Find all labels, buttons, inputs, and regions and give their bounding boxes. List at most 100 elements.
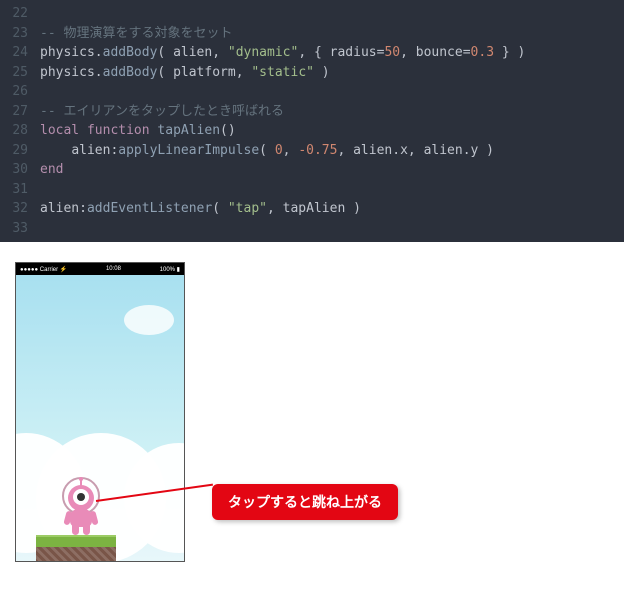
line-number: 29 <box>0 141 40 161</box>
token-func: tapAlien <box>157 123 220 138</box>
antenna-ball-icon <box>79 477 83 481</box>
token-punct: . <box>95 45 103 60</box>
token-keyword: local <box>40 123 79 138</box>
line-number: 31 <box>0 180 40 200</box>
alien-leg <box>83 525 90 535</box>
token-string: "tap" <box>228 201 267 216</box>
alien-sprite[interactable] <box>56 477 106 535</box>
token-ident: radius <box>330 45 377 60</box>
dirt-layer <box>36 547 116 562</box>
cloud-icon <box>124 305 174 335</box>
token-ident: alien <box>71 143 110 158</box>
token-orange: - <box>298 143 306 158</box>
token-punct: , { <box>298 45 329 60</box>
token-comment: -- エイリアンをタップしたとき呼ばれる <box>40 104 284 119</box>
pupil-icon <box>77 493 85 501</box>
token-punct: , <box>408 143 424 158</box>
code-line[interactable]: 32alien:addEventListener( "tap", tapAlie… <box>0 199 624 219</box>
line-number: 28 <box>0 121 40 141</box>
line-number: 25 <box>0 63 40 83</box>
status-bar: ●●●●● Carrier ⚡ 10:08 100% ▮ <box>16 263 184 275</box>
code-line[interactable]: 30end <box>0 160 624 180</box>
line-number: 22 <box>0 4 40 24</box>
token-punct: . <box>392 143 400 158</box>
token-punct: . <box>95 65 103 80</box>
token-punct <box>79 123 87 138</box>
code-line[interactable]: 23-- 物理演算をする対象をセット <box>0 24 624 44</box>
token-comment: -- 物理演算をする対象をセット <box>40 26 232 41</box>
line-number: 24 <box>0 43 40 63</box>
token-punct: , <box>337 143 353 158</box>
battery-label: 100% ▮ <box>160 266 180 273</box>
token-ident: tapAlien <box>283 201 346 216</box>
token-punct <box>40 143 71 158</box>
token-keyword: function <box>87 123 150 138</box>
code-line[interactable]: 25physics.addBody( platform, "static" ) <box>0 63 624 83</box>
token-punct: ( <box>157 45 173 60</box>
token-punct: , <box>400 45 416 60</box>
code-line[interactable]: 22 <box>0 4 624 24</box>
code-line[interactable]: 31 <box>0 180 624 200</box>
token-punct: ) <box>345 201 361 216</box>
token-ident: alien <box>424 143 463 158</box>
token-func: addBody <box>103 65 158 80</box>
token-punct: } ) <box>494 45 525 60</box>
token-ident: physics <box>40 45 95 60</box>
line-content[interactable]: physics.addBody( platform, "static" ) <box>40 63 330 83</box>
line-content[interactable]: end <box>40 160 63 180</box>
token-punct: () <box>220 123 236 138</box>
token-punct: ) <box>314 65 330 80</box>
alien-head <box>68 485 94 511</box>
token-number: 0.75 <box>306 143 337 158</box>
line-number: 23 <box>0 24 40 44</box>
token-punct: . <box>463 143 471 158</box>
token-ident: x <box>400 143 408 158</box>
token-punct: ( <box>157 65 173 80</box>
token-ident: alien <box>40 201 79 216</box>
token-func: addBody <box>103 45 158 60</box>
code-line[interactable]: 26 <box>0 82 624 102</box>
code-line[interactable]: 29 alien:applyLinearImpulse( 0, -0.75, a… <box>0 141 624 161</box>
grass-layer <box>36 535 116 547</box>
code-line[interactable]: 27-- エイリアンをタップしたとき呼ばれる <box>0 102 624 122</box>
simulator-wrapper: ●●●●● Carrier ⚡ 10:08 100% ▮ <box>0 262 624 562</box>
token-ident: bounce <box>416 45 463 60</box>
line-number: 26 <box>0 82 40 102</box>
line-content[interactable]: physics.addBody( alien, "dynamic", { rad… <box>40 43 525 63</box>
code-line[interactable]: 24physics.addBody( alien, "dynamic", { r… <box>0 43 624 63</box>
line-number: 32 <box>0 199 40 219</box>
eye-icon <box>73 489 89 505</box>
code-editor[interactable]: 2223-- 物理演算をする対象をセット24physics.addBody( a… <box>0 0 624 242</box>
time-label: 10:08 <box>106 266 121 272</box>
line-content[interactable]: alien:addEventListener( "tap", tapAlien … <box>40 199 361 219</box>
token-punct: : <box>79 201 87 216</box>
code-line[interactable]: 33 <box>0 219 624 239</box>
token-punct: ( <box>259 143 275 158</box>
line-content[interactable]: -- 物理演算をする対象をセット <box>40 24 232 44</box>
token-ident: alien <box>353 143 392 158</box>
platform-sprite <box>36 535 116 562</box>
line-content[interactable]: alien:applyLinearImpulse( 0, -0.75, alie… <box>40 141 494 161</box>
token-ident: platform <box>173 65 236 80</box>
token-ident: alien <box>173 45 212 60</box>
token-punct: ) <box>478 143 494 158</box>
token-punct: , <box>212 45 228 60</box>
game-view[interactable] <box>16 275 184 562</box>
token-punct: = <box>463 45 471 60</box>
line-number: 27 <box>0 102 40 122</box>
alien-leg <box>72 525 79 535</box>
line-number: 33 <box>0 219 40 239</box>
line-content[interactable]: local function tapAlien() <box>40 121 236 141</box>
callout-label: タップすると跳ね上がる <box>212 484 398 520</box>
phone-simulator: ●●●●● Carrier ⚡ 10:08 100% ▮ <box>15 262 185 562</box>
token-punct: , <box>283 143 299 158</box>
token-punct: ( <box>212 201 228 216</box>
token-func: addEventListener <box>87 201 212 216</box>
line-content[interactable]: -- エイリアンをタップしたとき呼ばれる <box>40 102 284 122</box>
token-string: "dynamic" <box>228 45 298 60</box>
token-punct: , <box>236 65 252 80</box>
code-line[interactable]: 28local function tapAlien() <box>0 121 624 141</box>
token-number: 50 <box>384 45 400 60</box>
token-string: "static" <box>251 65 314 80</box>
line-number: 30 <box>0 160 40 180</box>
